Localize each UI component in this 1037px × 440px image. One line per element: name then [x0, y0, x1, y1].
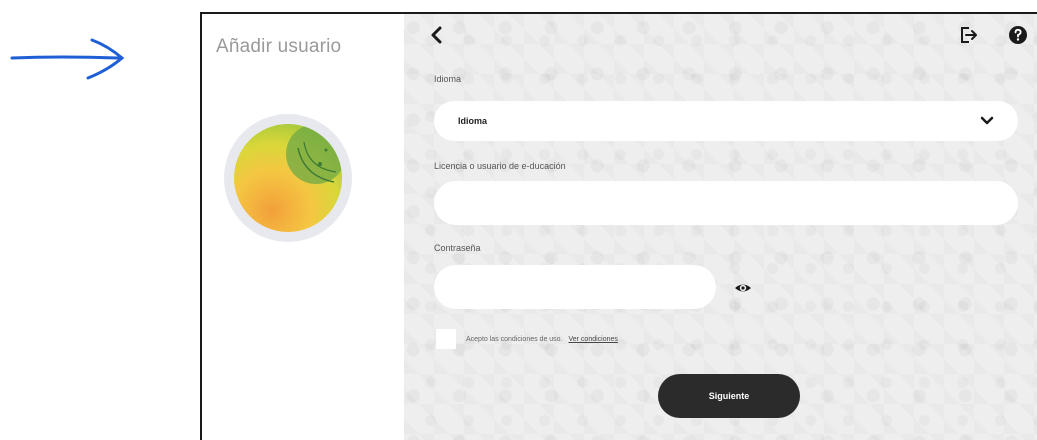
annotation-arrow	[10, 38, 125, 80]
license-input[interactable]	[434, 181, 1018, 225]
password-label: Contraseña	[434, 243, 481, 253]
main-panel: Idioma Idioma Licencia o usuario de e-du…	[404, 14, 1037, 440]
chevron-left-icon[interactable]	[426, 24, 448, 46]
page-title: Añadir usuario	[216, 36, 342, 57]
eye-icon[interactable]	[732, 277, 754, 299]
terms-text: Acepto las condiciones de uso.	[466, 336, 563, 343]
logout-icon[interactable]	[957, 24, 979, 46]
license-label: Licencia o usuario de e-ducación	[434, 161, 566, 171]
next-button[interactable]: Siguiente	[658, 374, 800, 418]
terms-link[interactable]: Ver condiciones	[568, 336, 617, 343]
avatar-image	[234, 124, 342, 232]
language-select-value: Idioma	[458, 116, 488, 126]
password-input[interactable]	[434, 265, 716, 309]
avatar[interactable]	[224, 114, 352, 242]
terms-checkbox[interactable]	[436, 329, 456, 349]
language-select[interactable]: Idioma	[434, 101, 1018, 141]
left-panel: Añadir usuario	[202, 14, 404, 440]
chevron-down-icon	[980, 116, 994, 125]
terms-text-row: Acepto las condiciones de uso. Ver condi…	[466, 336, 618, 343]
help-icon[interactable]	[1007, 24, 1029, 46]
language-label: Idioma	[434, 74, 462, 84]
app-window: Añadir usuario Idioma Idioma Licencia o …	[200, 12, 1037, 440]
